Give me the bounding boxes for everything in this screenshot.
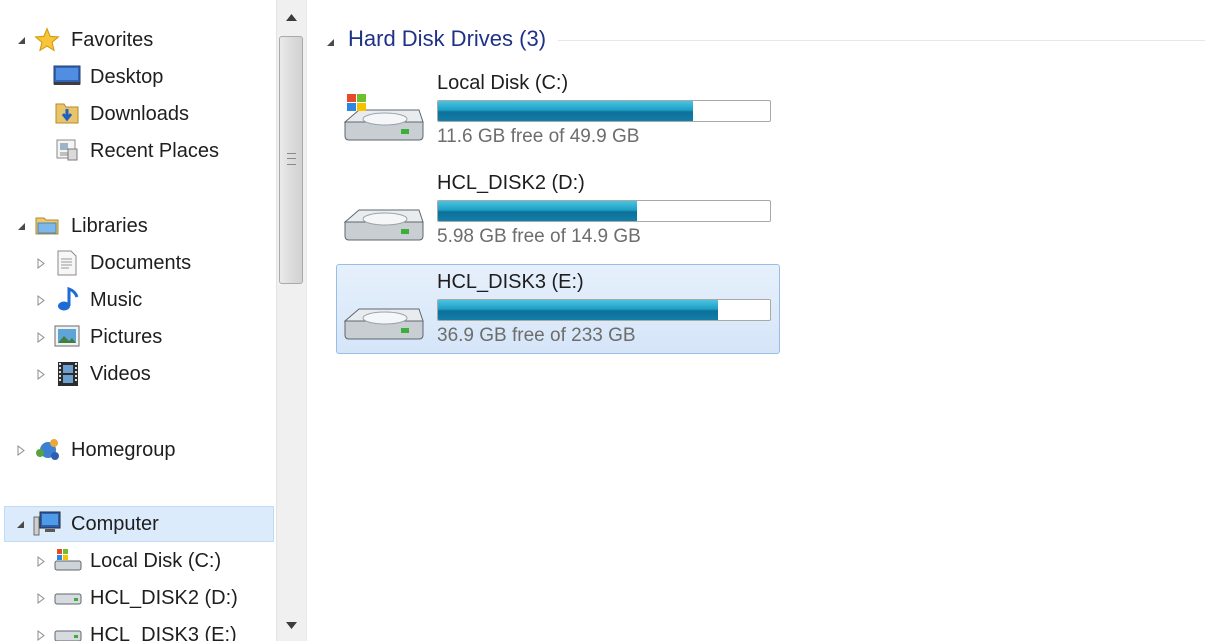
downloads-folder-icon: [54, 100, 79, 124]
nav-item-label: HCL_DISK3 (E:): [90, 623, 237, 641]
drive-free-space: 36.9 GB free of 233 GB: [437, 325, 636, 346]
drive-usage-bar: [437, 299, 771, 321]
homegroup-icon: [34, 437, 59, 461]
nav-computer[interactable]: Computer: [4, 506, 274, 542]
drive-free-space: 5.98 GB free of 14.9 GB: [437, 226, 641, 247]
collapse-arrow-icon[interactable]: [16, 220, 26, 232]
nav-item-documents[interactable]: Documents: [4, 245, 274, 281]
drive-tile-e[interactable]: HCL_DISK3 (E:) 36.9 GB free of 233 GB: [336, 264, 780, 354]
nav-item-local-disk-c[interactable]: Local Disk (C:): [4, 543, 274, 579]
nav-item-label: Pictures: [90, 325, 163, 348]
arrow-up-icon: [286, 13, 297, 21]
expand-arrow-icon[interactable]: [36, 294, 46, 306]
drive-usage-bar: [437, 100, 771, 122]
nav-item-music[interactable]: Music: [4, 282, 274, 318]
nav-item-recent-places[interactable]: Recent Places: [4, 133, 274, 169]
expand-arrow-icon[interactable]: [36, 331, 46, 343]
recent-places-icon: [54, 137, 78, 161]
collapse-arrow-icon[interactable]: [16, 34, 26, 46]
drive-name: HCL_DISK3 (E:): [437, 271, 584, 293]
nav-item-videos[interactable]: Videos: [4, 356, 274, 392]
expand-arrow-icon[interactable]: [36, 257, 46, 269]
group-divider: [558, 39, 1205, 41]
navigation-pane: Favorites Desktop Downloads Recent Place…: [0, 0, 276, 641]
scroll-down-button[interactable]: [277, 612, 306, 638]
libraries-icon: [34, 213, 59, 237]
desktop-icon: [53, 65, 81, 89]
nav-libraries-label: Libraries: [71, 214, 148, 237]
drive-usage-bar: [437, 200, 771, 222]
grip-icon: [287, 153, 296, 165]
nav-item-hcl-disk3-e[interactable]: HCL_DISK3 (E:): [4, 617, 274, 641]
drive-icon: [54, 625, 82, 641]
drive-usage-fill: [438, 101, 693, 121]
nav-homegroup[interactable]: Homegroup: [4, 432, 274, 468]
nav-item-label: Recent Places: [90, 139, 219, 162]
star-icon: [34, 27, 60, 52]
nav-item-desktop[interactable]: Desktop: [4, 59, 274, 95]
expand-arrow-icon[interactable]: [36, 555, 46, 567]
nav-item-downloads[interactable]: Downloads: [4, 96, 274, 132]
pane-splitter[interactable]: [306, 0, 307, 641]
nav-item-label: Music: [90, 288, 143, 311]
collapse-arrow-icon[interactable]: [15, 518, 25, 530]
expand-arrow-icon[interactable]: [36, 368, 46, 380]
nav-item-hcl-disk2-d[interactable]: HCL_DISK2 (D:): [4, 580, 274, 616]
nav-homegroup-label: Homegroup: [71, 438, 176, 461]
nav-computer-label: Computer: [71, 512, 159, 535]
nav-item-label: Downloads: [90, 102, 189, 125]
pictures-icon: [54, 325, 80, 349]
nav-scrollbar[interactable]: [276, 0, 306, 641]
drive-icon: [341, 291, 425, 343]
drive-usage-fill: [438, 201, 637, 221]
drive-name: HCL_DISK2 (D:): [437, 172, 585, 194]
drive-tile-d[interactable]: HCL_DISK2 (D:) 5.98 GB free of 14.9 GB: [336, 165, 780, 255]
expand-arrow-icon[interactable]: [16, 444, 26, 456]
group-header-hard-disk-drives[interactable]: Hard Disk Drives (3): [324, 24, 1205, 54]
nav-item-label: Documents: [90, 251, 192, 274]
videos-icon: [56, 361, 80, 386]
nav-favorites[interactable]: Favorites: [4, 22, 274, 58]
scroll-up-button[interactable]: [277, 4, 306, 30]
scroll-thumb[interactable]: [279, 36, 303, 284]
expand-arrow-icon[interactable]: [36, 629, 46, 641]
windows-drive-icon: [341, 92, 425, 144]
drive-icon: [341, 192, 425, 244]
nav-item-label: HCL_DISK2 (D:): [90, 586, 238, 609]
nav-item-label: Local Disk (C:): [90, 549, 222, 572]
nav-libraries[interactable]: Libraries: [4, 208, 274, 244]
drive-tile-c[interactable]: Local Disk (C:) 11.6 GB free of 49.9 GB: [336, 65, 780, 155]
group-title: Hard Disk Drives (3): [348, 26, 547, 51]
nav-item-pictures[interactable]: Pictures: [4, 319, 274, 355]
drive-free-space: 11.6 GB free of 49.9 GB: [437, 126, 640, 147]
drive-usage-fill: [438, 300, 718, 320]
nav-favorites-label: Favorites: [71, 28, 154, 51]
expand-arrow-icon[interactable]: [36, 592, 46, 604]
collapse-arrow-icon[interactable]: [326, 34, 335, 52]
arrow-down-icon: [286, 621, 297, 629]
drive-name: Local Disk (C:): [437, 72, 569, 94]
drive-icon: [54, 588, 82, 612]
computer-icon: [33, 511, 61, 536]
windows-drive-icon: [54, 547, 82, 571]
documents-icon: [55, 250, 79, 276]
nav-item-label: Videos: [90, 362, 151, 385]
music-icon: [56, 286, 80, 311]
nav-item-label: Desktop: [90, 65, 164, 88]
